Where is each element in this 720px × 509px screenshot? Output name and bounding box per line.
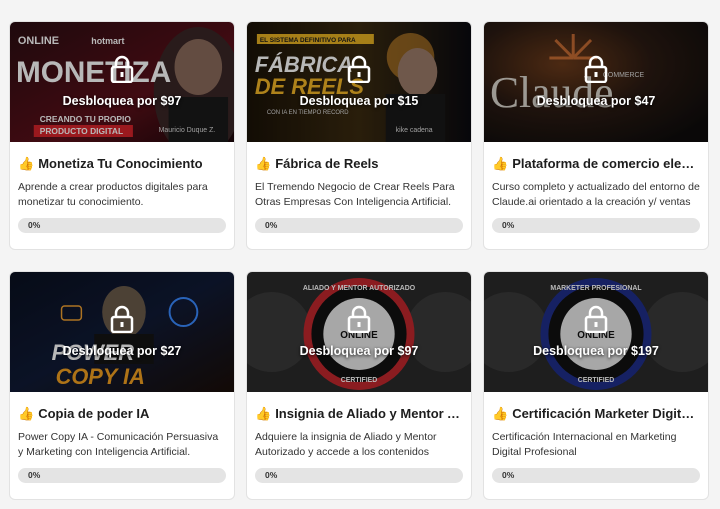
pointing-hand-icon: 👍 <box>18 405 35 421</box>
course-thumbnail[interactable]: ALIADO Y MENTOR AUTORIZADO ONLINE CERTIF… <box>247 272 471 392</box>
pointing-hand-icon: 👍 <box>492 405 509 421</box>
progress-label: 0% <box>28 220 41 230</box>
course-thumbnail[interactable]: MARKETER PROFESIONAL ONLINE CERTIFIED De… <box>484 272 708 392</box>
pointing-hand-icon: 👍 <box>255 155 272 171</box>
lock-icon <box>347 55 371 83</box>
lock-icon <box>110 55 134 83</box>
lock-icon <box>584 305 608 333</box>
course-thumbnail[interactable]: EL SISTEMA DEFINITIVO PARA FÁBRICA DE RE… <box>247 22 471 142</box>
unlock-price-label: Desbloquea por $97 <box>299 344 419 358</box>
course-thumbnail[interactable]: POWER COPY IA Desbloquea por $27 <box>10 272 234 392</box>
course-description: El Tremendo Negocio de Crear Reels Para … <box>255 181 455 208</box>
progress-label: 0% <box>265 470 278 480</box>
lock-icon <box>584 55 608 83</box>
course-title[interactable]: Monetiza Tu Conocimiento <box>38 156 202 171</box>
course-title[interactable]: Certificación Marketer Digital Profesion… <box>512 406 700 421</box>
course-card[interactable]: EL SISTEMA DEFINITIVO PARA FÁBRICA DE RE… <box>246 21 472 250</box>
pointing-hand-icon: 👍 <box>18 155 35 171</box>
lock-icon <box>347 305 371 333</box>
course-title[interactable]: Insignia de Aliado y Mentor Autorizado <box>275 406 463 421</box>
progress-label: 0% <box>502 220 515 230</box>
course-description: Power Copy IA - Comunicación Persuasiva … <box>18 431 219 458</box>
course-thumbnail[interactable]: ONLINE hotmart MONETIZA CREANDO TU PROPI… <box>10 22 234 142</box>
pointing-hand-icon: 👍 <box>492 155 509 171</box>
course-title[interactable]: Copia de poder IA <box>38 406 149 421</box>
progress-label: 0% <box>502 470 515 480</box>
lock-icon <box>110 305 134 333</box>
course-card[interactable]: POWER COPY IA Desbloquea por $27 👍 Copia… <box>9 271 235 500</box>
unlock-price-label: Desbloquea por $15 <box>299 94 419 108</box>
progress-bar: 0% <box>492 468 700 483</box>
progress-bar: 0% <box>18 218 226 233</box>
course-card[interactable]: ONLINE hotmart MONETIZA CREANDO TU PROPI… <box>9 21 235 250</box>
unlock-price-label: Desbloquea por $27 <box>62 344 182 358</box>
course-card[interactable]: ALIADO Y MENTOR AUTORIZADO ONLINE CERTIF… <box>246 271 472 500</box>
unlock-price-label: Desbloquea por $47 <box>536 94 656 108</box>
progress-bar: 0% <box>255 218 463 233</box>
course-title[interactable]: Plataforma de comercio electrónico <box>512 156 700 171</box>
progress-bar: 0% <box>492 218 700 233</box>
course-description: Curso completo y actualizado del entorno… <box>492 181 700 208</box>
progress-bar: 0% <box>255 468 463 483</box>
course-description: Adquiere la insignia de Aliado y Mentor … <box>255 431 437 458</box>
course-description: Certificación Internacional en Marketing… <box>492 431 677 458</box>
course-card[interactable]: Claude COMMERCE Desbloquea por $47 👍 Pla… <box>483 21 709 250</box>
course-description: Aprende a crear productos digitales para… <box>18 181 208 208</box>
unlock-price-label: Desbloquea por $97 <box>62 94 182 108</box>
course-title[interactable]: Fábrica de Reels <box>275 156 378 171</box>
course-grid: ONLINE hotmart MONETIZA CREANDO TU PROPI… <box>0 0 720 509</box>
pointing-hand-icon: 👍 <box>255 405 272 421</box>
progress-label: 0% <box>28 470 41 480</box>
progress-label: 0% <box>265 220 278 230</box>
course-thumbnail[interactable]: Claude COMMERCE Desbloquea por $47 <box>484 22 708 142</box>
progress-bar: 0% <box>18 468 226 483</box>
unlock-price-label: Desbloquea por $197 <box>533 344 659 358</box>
course-card[interactable]: MARKETER PROFESIONAL ONLINE CERTIFIED De… <box>483 271 709 500</box>
